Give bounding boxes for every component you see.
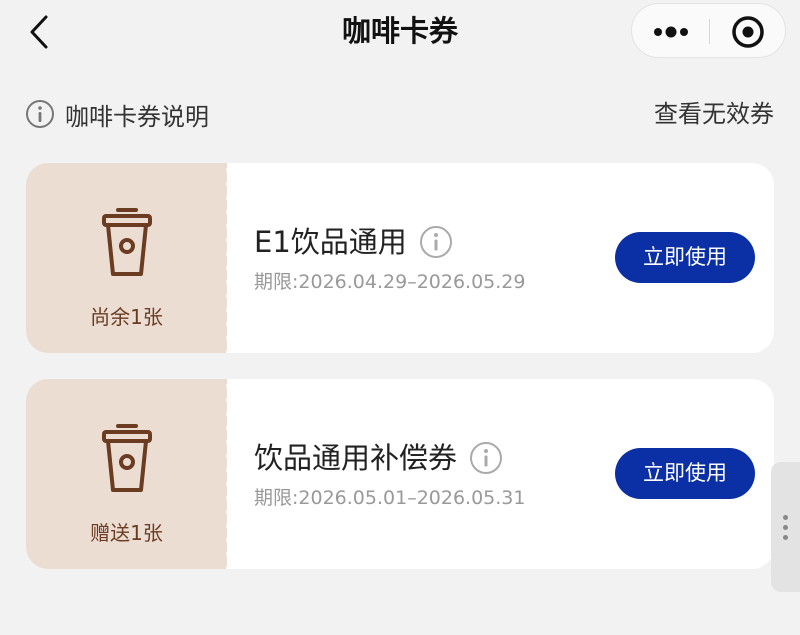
info-icon[interactable]	[419, 225, 453, 259]
coupon-card: 尚余1张 E1饮品通用 期限:2026.04.29–2026.05.29 立即使…	[26, 163, 774, 353]
coupon-info-link[interactable]: 咖啡卡券说明	[25, 98, 209, 131]
more-dots-icon	[654, 26, 688, 38]
handle-dot	[783, 515, 788, 520]
coupon-stub: 尚余1张	[26, 163, 227, 353]
more-button[interactable]	[632, 4, 709, 59]
handle-dot	[783, 525, 788, 530]
coffee-cup-icon	[102, 208, 152, 276]
mini-program-capsule	[631, 3, 786, 58]
nav-bar: 咖啡卡券	[0, 0, 800, 62]
coupon-title: 饮品通用补偿券	[254, 439, 503, 477]
use-now-button[interactable]: 立即使用	[615, 448, 755, 499]
perforated-edge	[219, 163, 235, 353]
coupon-validity-period: 期限:2026.05.01–2026.05.31	[254, 487, 526, 509]
coupon-card: 赠送1张 饮品通用补偿券 期限:2026.05.01–2026.05.31 立即…	[26, 379, 774, 569]
gift-count: 赠送1张	[90, 521, 163, 545]
coupon-title: E1饮品通用	[254, 223, 453, 261]
perforated-edge	[219, 379, 235, 569]
view-invalid-coupons-link[interactable]: 查看无效券	[654, 98, 774, 130]
coffee-cup-icon	[102, 424, 152, 492]
handle-dot	[783, 535, 788, 540]
info-icon[interactable]	[469, 441, 503, 475]
info-icon	[26, 100, 54, 128]
use-now-button[interactable]: 立即使用	[615, 232, 755, 283]
coupon-title-text: E1饮品通用	[254, 225, 407, 259]
coupon-stub: 赠送1张	[26, 379, 227, 569]
close-target-icon	[732, 16, 764, 48]
remaining-count: 尚余1张	[90, 305, 163, 329]
close-button[interactable]	[710, 4, 787, 59]
coupon-validity-period: 期限:2026.04.29–2026.05.29	[254, 271, 526, 293]
side-drag-handle[interactable]	[771, 462, 800, 592]
coupon-info-label: 咖啡卡券说明	[65, 102, 209, 131]
coupon-title-text: 饮品通用补偿券	[254, 441, 458, 475]
